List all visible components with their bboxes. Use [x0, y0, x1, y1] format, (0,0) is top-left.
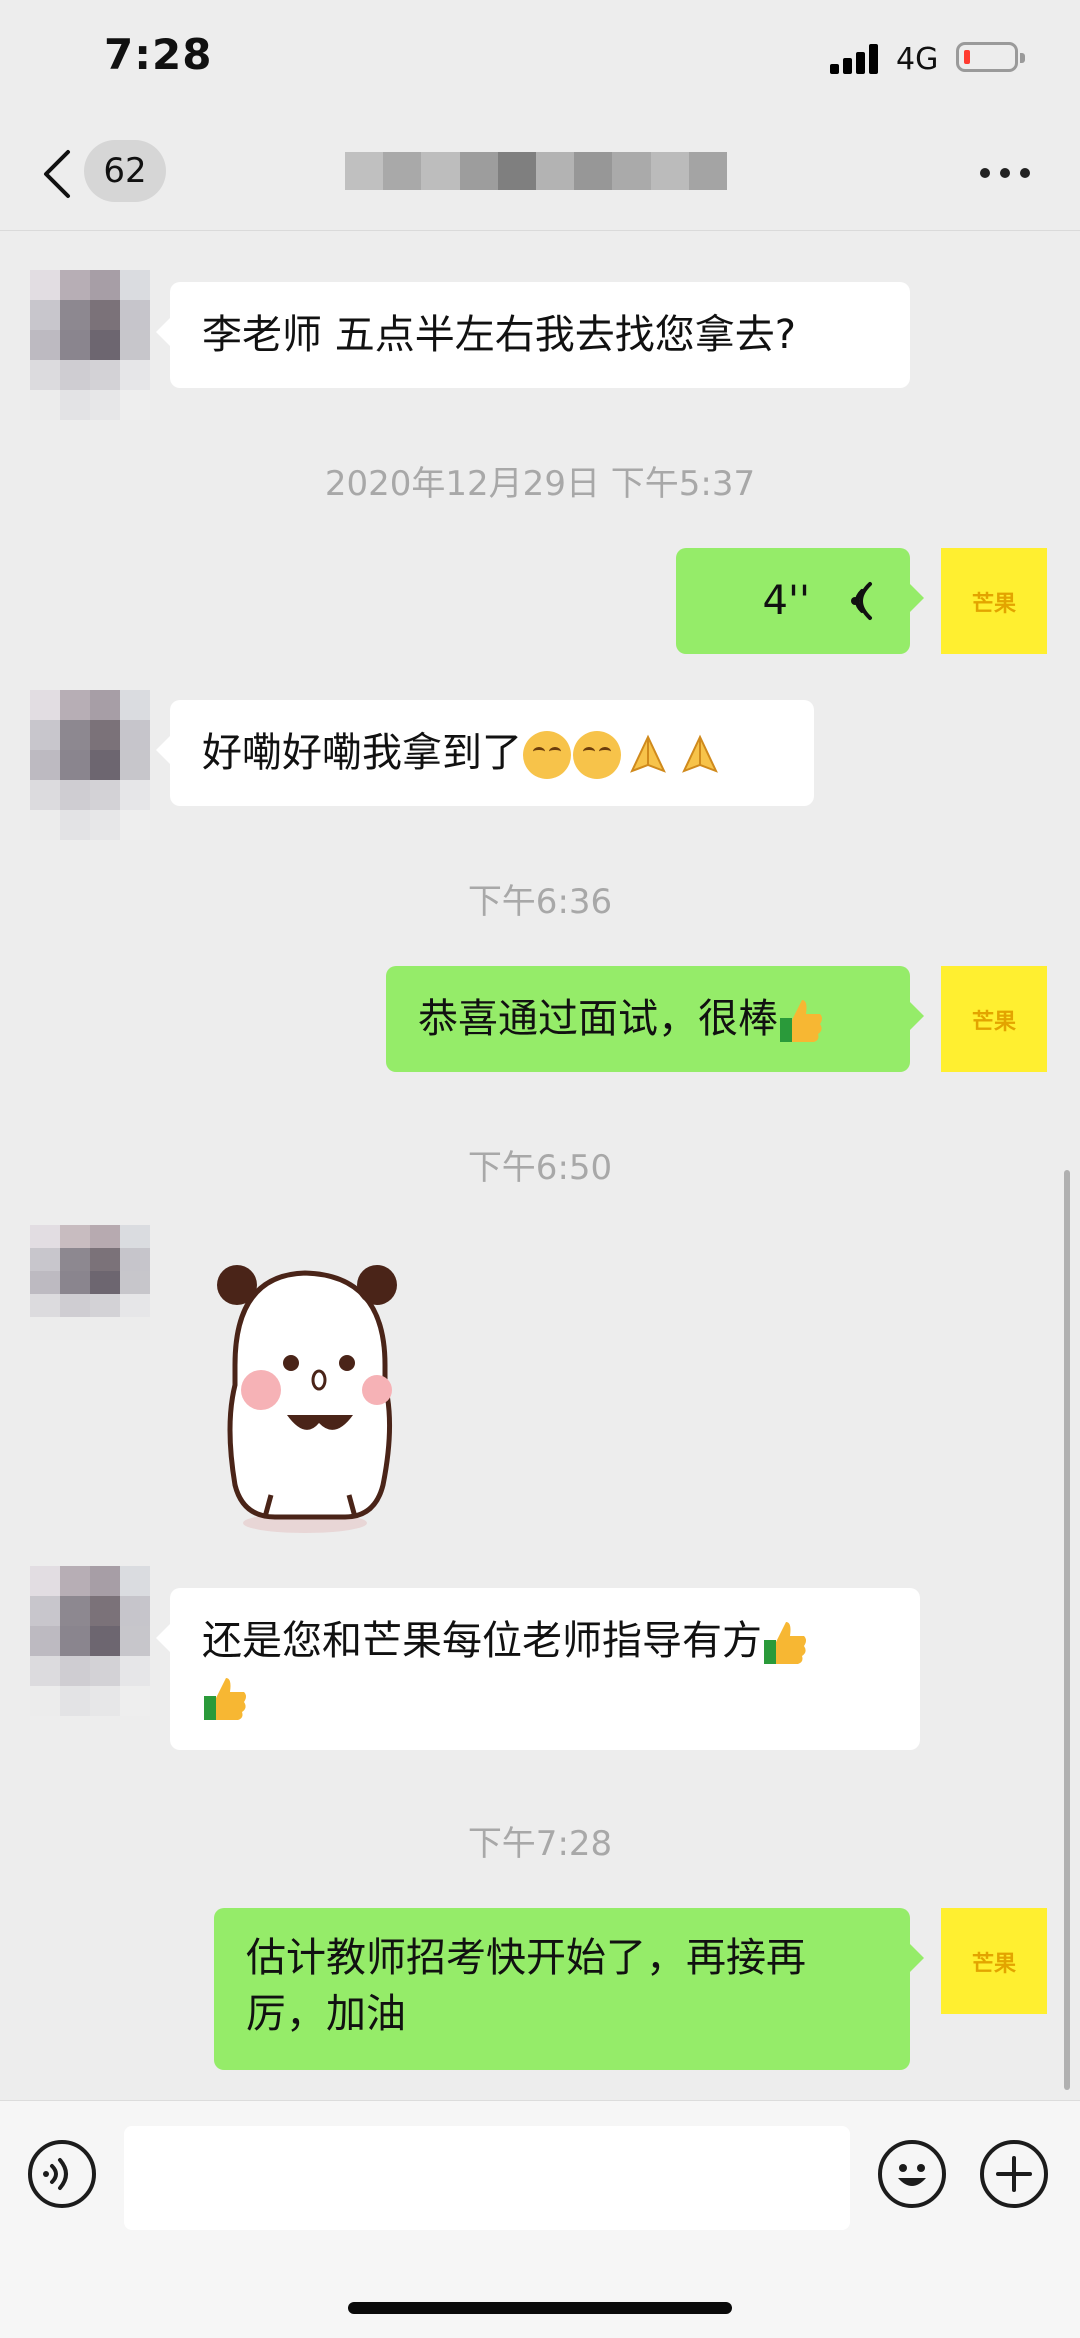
more-options-icon[interactable] — [980, 168, 1030, 180]
incoming-message[interactable]: 李老师 五点半左右我去找您拿去? — [156, 282, 910, 388]
status-bar: 7:28 4G — [0, 0, 1080, 120]
pray-icon — [682, 734, 718, 773]
outgoing-message[interactable]: 估计教师招考快开始了，再接再 厉，加油 — [214, 1908, 924, 2070]
plus-icon — [996, 2156, 1032, 2192]
outgoing-message[interactable]: 恭喜通过面试，很棒 — [386, 966, 924, 1072]
avatar-logo-text: 芒果 — [971, 1952, 1016, 1977]
contact-avatar[interactable] — [30, 1225, 150, 1340]
avatar-logo-text: 芒果 — [971, 1010, 1016, 1035]
chat-title-blurred — [345, 152, 728, 190]
blush-icon — [573, 731, 621, 779]
contact-avatar[interactable] — [30, 690, 150, 840]
voice-message[interactable]: 4'' — [676, 548, 924, 654]
blush-icon — [523, 731, 571, 779]
back-chevron-icon[interactable] — [38, 146, 78, 202]
timestamp: 2020年12月29日 下午5:37 — [324, 464, 756, 504]
message-text-line2: 厉，加油 — [246, 1991, 406, 2037]
incoming-message[interactable]: 好嘞好嘞我拿到了 — [156, 700, 814, 806]
voice-input-button[interactable] — [28, 2140, 96, 2208]
smiley-icon — [898, 2164, 926, 2186]
thumbs-up-icon — [764, 1622, 806, 1664]
my-avatar[interactable]: 芒果 — [941, 548, 1047, 654]
timestamp: 下午7:28 — [467, 1824, 613, 1864]
signal-icon — [830, 44, 880, 74]
message-text: 李老师 五点半左右我去找您拿去? — [202, 312, 796, 358]
message-text: 好嘞好嘞我拿到了 — [202, 730, 522, 776]
more-actions-button[interactable] — [980, 2140, 1048, 2208]
avatar-logo-text: 芒果 — [971, 592, 1016, 617]
panda-sticker[interactable] — [195, 1255, 425, 1535]
my-avatar[interactable]: 芒果 — [941, 966, 1047, 1072]
message-text: 恭喜通过面试，很棒 — [418, 996, 778, 1042]
thumbs-up-icon — [780, 1000, 822, 1042]
my-avatar[interactable]: 芒果 — [941, 1908, 1047, 2014]
network-label: 4G — [896, 42, 939, 77]
message-text: 还是您和芒果每位老师指导有方 — [202, 1618, 762, 1664]
voice-icon — [43, 2158, 68, 2190]
unread-count-badge[interactable]: 62 — [84, 140, 166, 202]
contact-avatar[interactable] — [30, 270, 150, 420]
scrollbar[interactable] — [1064, 1170, 1070, 2090]
pray-icon — [630, 734, 666, 773]
voice-wave-icon — [851, 582, 872, 620]
incoming-message[interactable]: 还是您和芒果每位老师指导有方 — [156, 1588, 920, 1750]
thumbs-up-icon — [204, 1678, 246, 1720]
status-time: 7:28 — [104, 30, 213, 79]
emoji-button[interactable] — [878, 2140, 946, 2208]
timestamp: 下午6:36 — [467, 882, 613, 922]
battery-icon — [956, 42, 1025, 72]
voice-duration: 4'' — [762, 578, 810, 624]
contact-avatar[interactable] — [30, 1566, 150, 1716]
message-input[interactable] — [124, 2126, 850, 2230]
home-indicator[interactable] — [348, 2302, 732, 2314]
message-text-line1: 估计教师招考快开始了，再接再 — [246, 1935, 806, 1981]
timestamp: 下午6:50 — [467, 1148, 613, 1188]
